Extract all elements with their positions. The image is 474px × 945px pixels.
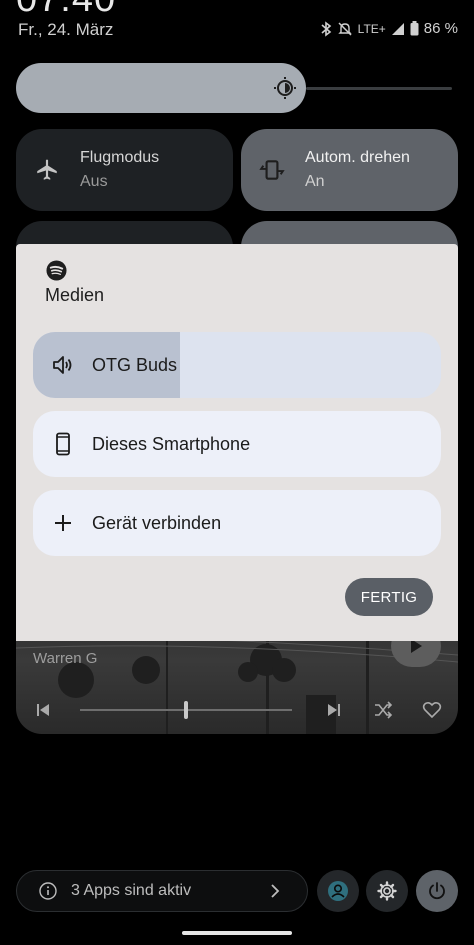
previous-icon[interactable] <box>33 700 53 720</box>
tile-airplane-mode[interactable]: Flugmodus Aus <box>16 129 233 211</box>
mute-icon <box>337 21 353 37</box>
tile-title: Flugmodus <box>80 149 160 166</box>
chevron-right-icon <box>271 884 280 898</box>
done-button[interactable]: FERTIG <box>345 578 433 616</box>
tile-auto-rotate[interactable]: Autom. drehen An <box>241 129 458 211</box>
brightness-fill[interactable] <box>16 63 306 113</box>
shuffle-icon[interactable] <box>373 700 393 720</box>
clock: 07:40 <box>16 0 116 21</box>
power-button[interactable] <box>416 870 458 912</box>
connect-device-button[interactable]: Gerät verbinden <box>33 490 441 556</box>
next-icon[interactable] <box>324 700 344 720</box>
device-label: Dieses Smartphone <box>92 433 251 454</box>
rotate-icon <box>259 160 285 180</box>
tile-subtitle: An <box>305 173 325 190</box>
active-apps-label: 3 Apps sind aktiv <box>71 882 192 899</box>
signal-icon <box>391 22 405 36</box>
active-apps-button[interactable]: 3 Apps sind aktiv <box>16 870 308 912</box>
tile-title: Autom. drehen <box>305 149 410 166</box>
device-label: OTG Buds <box>92 354 178 375</box>
brightness-icon <box>274 77 296 99</box>
spotify-icon <box>46 260 67 281</box>
media-output-dialog: Medien OTG Buds Dieses Smartphone Gerät … <box>16 244 458 641</box>
brightness-track <box>306 87 452 90</box>
battery-label: 86 % <box>423 20 458 37</box>
user-icon <box>328 881 348 901</box>
info-icon <box>39 882 57 900</box>
seek-thumb[interactable] <box>184 701 188 719</box>
power-icon <box>429 882 445 900</box>
tile-subtitle: Aus <box>80 173 108 190</box>
smartphone-icon <box>56 432 70 456</box>
user-button[interactable] <box>317 870 359 912</box>
plus-icon <box>55 515 71 531</box>
navigation-handle[interactable] <box>182 931 292 935</box>
device-label: Gerät verbinden <box>92 512 222 533</box>
speaker-icon <box>53 356 72 374</box>
airplane-icon <box>37 159 57 180</box>
network-label: LTE+ <box>357 21 386 36</box>
device-this-smartphone[interactable]: Dieses Smartphone <box>33 411 441 477</box>
settings-icon <box>377 881 397 901</box>
heart-icon[interactable] <box>422 700 442 720</box>
brightness-slider[interactable] <box>16 63 452 113</box>
status-icons: LTE+ 86 % <box>320 20 458 37</box>
settings-button[interactable] <box>366 870 408 912</box>
artist-label: Warren G <box>33 650 98 667</box>
device-otg-buds[interactable]: OTG Buds <box>33 332 441 398</box>
bluetooth-icon <box>320 20 332 37</box>
dialog-title: Medien <box>45 285 105 305</box>
date-label: Fr., 24. März <box>18 20 114 39</box>
battery-icon <box>410 21 419 36</box>
